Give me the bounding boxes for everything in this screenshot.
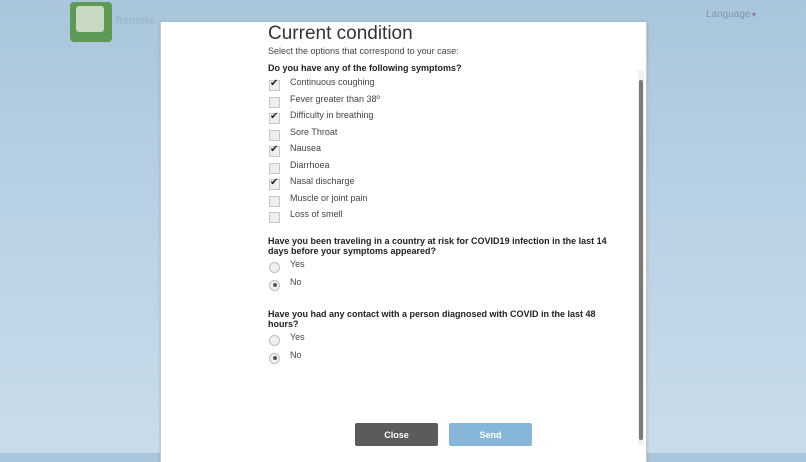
checkbox[interactable] <box>269 195 280 207</box>
close-button[interactable]: Close <box>355 423 438 446</box>
symptom-checkbox[interactable]: Diarrhoea <box>268 158 628 175</box>
travel-radio-group: Yes No <box>268 257 628 293</box>
caret-down-icon: ▼ <box>750 12 758 19</box>
dialog-subtitle: Select the options that correspond to yo… <box>268 46 459 56</box>
contact-question: Have you had any contact with a person d… <box>268 308 596 329</box>
checkbox-label: Muscle or joint pain <box>290 192 368 203</box>
checkbox[interactable] <box>269 96 280 108</box>
checkbox-label: Continuous coughing <box>290 77 375 87</box>
dialog-content: Current condition Select the options tha… <box>268 22 628 366</box>
send-button[interactable]: Send <box>449 423 532 446</box>
checkbox[interactable] <box>269 111 280 124</box>
radio-button[interactable] <box>269 352 280 364</box>
symptoms-question: Do you have any of the following symptom… <box>268 63 462 73</box>
symptom-checkbox[interactable]: Continuous coughing <box>268 75 628 92</box>
radio-label: No <box>290 276 302 287</box>
radio-button[interactable] <box>269 261 280 273</box>
radio-label: Yes <box>290 258 305 269</box>
symptoms-list: Continuous coughing Fever greater than 3… <box>268 75 628 224</box>
contact-option[interactable]: Yes <box>268 330 628 348</box>
contact-option[interactable]: No <box>268 348 628 366</box>
checkbox-label: Nausea <box>290 143 322 153</box>
scrollbar-thumb[interactable] <box>639 80 643 440</box>
symptom-checkbox[interactable]: Muscle or joint pain <box>268 191 628 208</box>
checkbox-label: Nasal discharge <box>290 176 355 186</box>
travel-option[interactable]: Yes <box>268 257 628 275</box>
logo-person-icon <box>76 6 104 32</box>
checkbox[interactable] <box>269 144 280 157</box>
checkbox-label: Fever greater than 38º <box>290 93 380 104</box>
symptom-checkbox[interactable]: Difficulty in breathing <box>268 108 628 125</box>
radio-label: Yes <box>290 331 305 342</box>
checkbox[interactable] <box>269 162 280 174</box>
symptom-checkbox[interactable]: Nausea <box>268 141 628 158</box>
radio-button[interactable] <box>269 279 280 291</box>
checkbox-label: Diarrhoea <box>290 159 330 170</box>
dialog-title: Current condition <box>268 23 413 44</box>
symptom-checkbox[interactable]: Fever greater than 38º <box>268 92 628 109</box>
checkbox[interactable] <box>269 78 280 91</box>
radio-label: No <box>290 349 302 360</box>
symptom-checkbox[interactable]: Nasal discharge <box>268 174 628 191</box>
checkbox-label: Difficulty in breathing <box>290 110 374 120</box>
travel-question: Have you been traveling in a country at … <box>268 235 607 256</box>
language-label: Language <box>706 9 751 20</box>
checkbox[interactable] <box>269 177 280 190</box>
travel-option[interactable]: No <box>268 275 628 293</box>
radio-button[interactable] <box>269 334 280 346</box>
language-dropdown[interactable]: Language▼ <box>706 9 757 20</box>
checkbox-label: Loss of smell <box>290 209 343 219</box>
checkbox[interactable] <box>269 212 280 223</box>
app-logo[interactable] <box>70 2 112 42</box>
checkbox-label: Sore Throat <box>290 126 338 137</box>
symptom-checkbox[interactable]: Loss of smell <box>268 207 628 224</box>
contact-radio-group: Yes No <box>268 330 628 366</box>
condition-dialog: Current condition Select the options tha… <box>160 22 647 462</box>
symptom-checkbox[interactable]: Sore Throat <box>268 125 628 142</box>
logo-text: Remote <box>115 15 156 27</box>
checkbox[interactable] <box>269 129 280 141</box>
